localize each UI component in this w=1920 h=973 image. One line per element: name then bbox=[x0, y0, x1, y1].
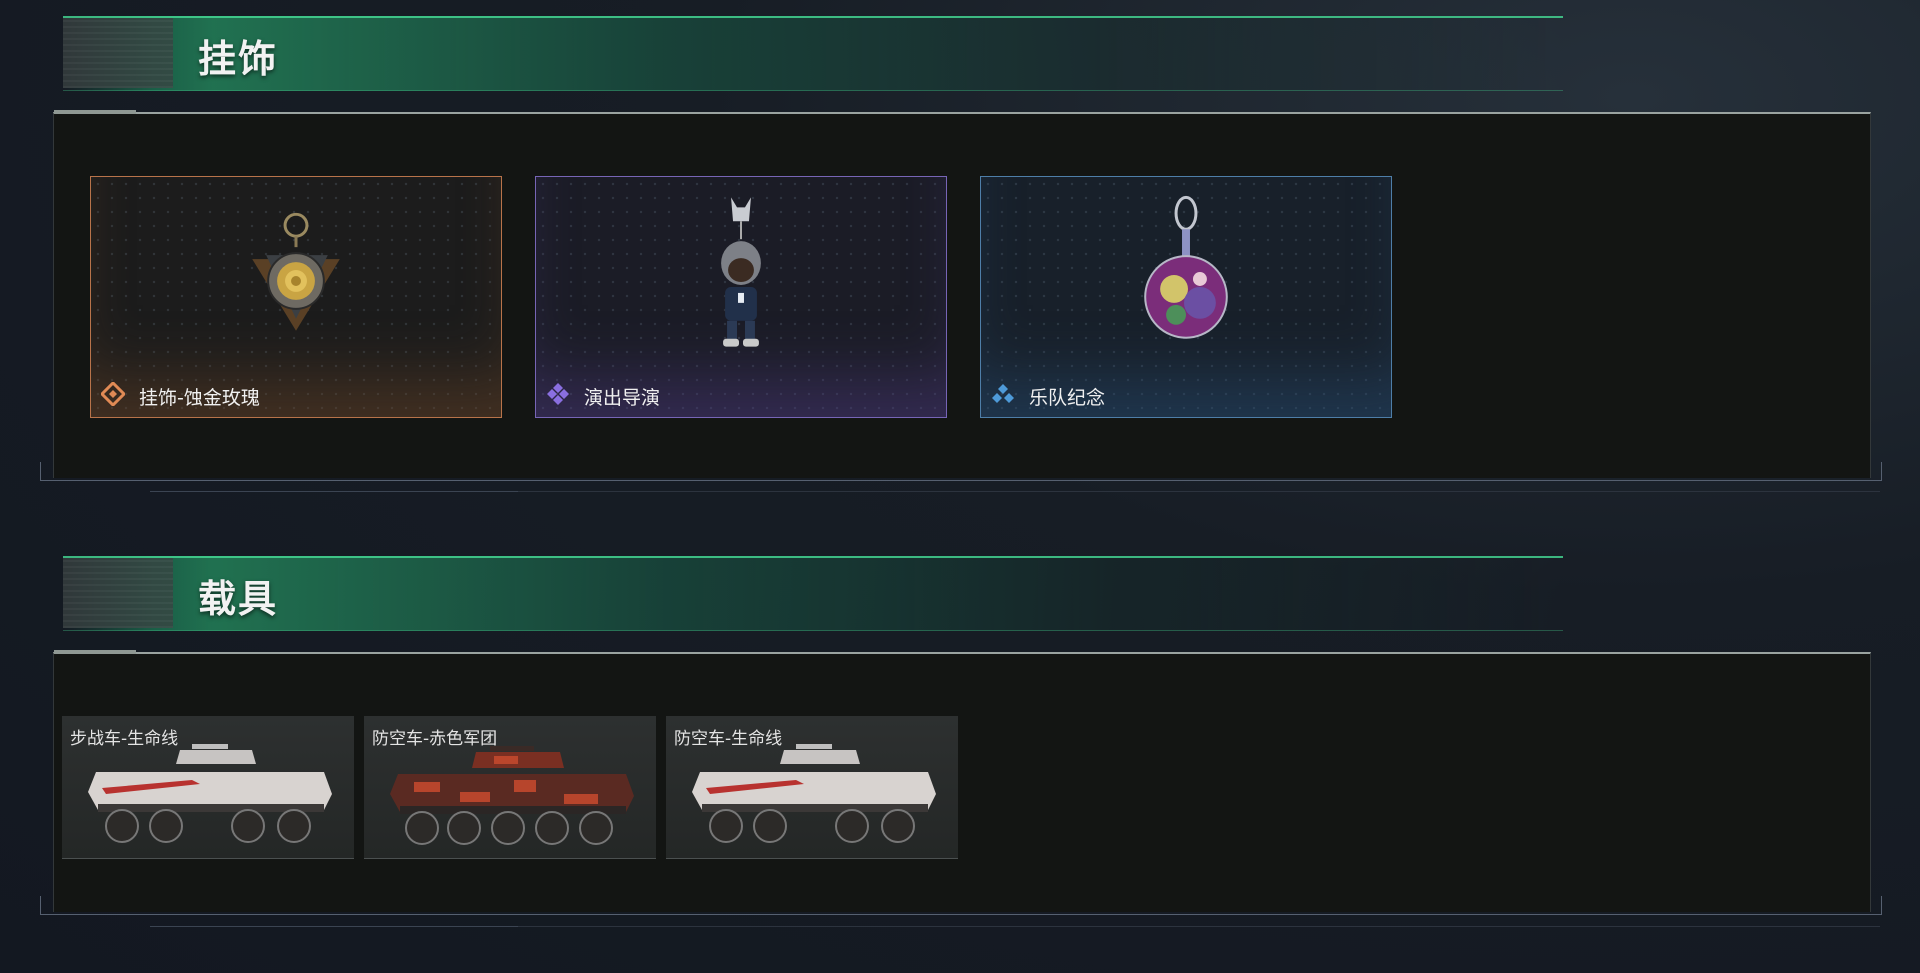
header-decoration bbox=[63, 18, 173, 88]
charms-panel-underline bbox=[518, 491, 1880, 492]
rose-charm-icon bbox=[252, 212, 340, 331]
vehicle-name: 防空车-生命线 bbox=[674, 729, 783, 749]
charm-name: 乐队纪念 bbox=[1029, 387, 1106, 409]
charms-section-header: 挂饰 bbox=[63, 16, 1563, 91]
band-badge-charm-icon bbox=[1144, 195, 1228, 339]
vehicle-card-aa-lifeline[interactable]: 防空车-生命线 bbox=[666, 716, 958, 859]
charms-section-title: 挂饰 bbox=[198, 37, 279, 81]
rarity-orange-icon bbox=[101, 382, 125, 406]
vehicles-panel-underline bbox=[150, 926, 520, 927]
charm-name: 演出导演 bbox=[584, 387, 661, 409]
vehicles-section-header: 载具 bbox=[63, 556, 1563, 631]
panel-tab-mark bbox=[54, 650, 136, 654]
vehicle-name: 步战车-生命线 bbox=[70, 729, 179, 749]
vehicle-card-ifv-lifeline[interactable]: 步战车-生命线 bbox=[62, 716, 354, 859]
charm-card-rose[interactable]: 挂饰-蚀金玫瑰 bbox=[90, 176, 502, 418]
rarity-blue-icon bbox=[992, 384, 1014, 403]
vehicles-panel-underline bbox=[518, 926, 1880, 927]
panel-tab-mark bbox=[54, 110, 136, 114]
vehicles-section-title: 载具 bbox=[198, 577, 279, 621]
header-decoration bbox=[63, 558, 173, 628]
charm-name: 挂饰-蚀金玫瑰 bbox=[139, 387, 260, 409]
charms-panel-bracket bbox=[40, 462, 1882, 481]
charms-panel-underline bbox=[150, 491, 520, 492]
rarity-purple-icon bbox=[547, 383, 569, 405]
armored-vehicle-icon bbox=[88, 744, 332, 843]
vehicles-panel-bracket bbox=[40, 896, 1882, 915]
armored-vehicle-icon bbox=[692, 744, 936, 843]
director-figure-charm-icon bbox=[721, 197, 761, 347]
vehicle-name: 防空车-赤色军团 bbox=[372, 729, 498, 749]
charm-card-band[interactable]: 乐队纪念 bbox=[980, 176, 1392, 418]
vehicle-card-aa-red-legion[interactable]: 防空车-赤色军团 bbox=[364, 716, 656, 859]
charm-card-director[interactable]: 演出导演 bbox=[535, 176, 947, 418]
armored-vehicle-icon bbox=[390, 746, 634, 845]
